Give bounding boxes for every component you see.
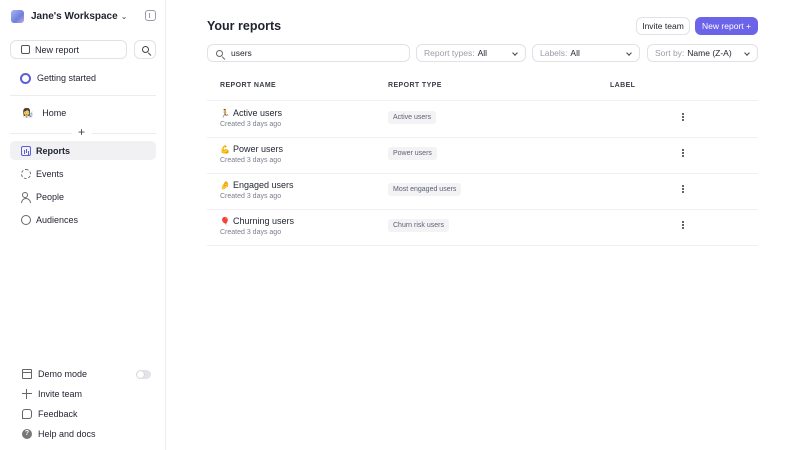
report-created: Created 3 days ago xyxy=(220,157,282,164)
more-options-icon[interactable] xyxy=(681,221,685,231)
chevron-down-icon xyxy=(512,50,518,56)
report-type-badge: Most engaged users xyxy=(388,183,462,196)
sidebar-item-label: Reports xyxy=(36,145,71,156)
column-header-report-name[interactable]: REPORT NAME xyxy=(220,82,276,89)
feedback-item[interactable]: Feedback xyxy=(22,407,78,421)
sidebar-new-report-label: New report xyxy=(35,44,80,55)
demo-mode-label: Demo mode xyxy=(38,369,88,379)
invite-team-item[interactable]: Invite team xyxy=(22,387,82,401)
table-row[interactable]: 🏃 Active users Created 3 days ago Active … xyxy=(207,101,758,137)
search-input[interactable] xyxy=(231,48,391,58)
report-name: 🎈 Churning users xyxy=(220,216,294,226)
filter-key: Labels: xyxy=(540,48,568,58)
workspace-switcher[interactable]: Jane's Workspace ⌄ xyxy=(11,8,127,24)
filter-value: Name (Z-A) xyxy=(687,48,732,58)
sidebar-item-people[interactable]: People xyxy=(10,187,156,206)
help-docs-item[interactable]: ? Help and docs xyxy=(22,427,96,441)
table-row[interactable]: 💪 Power users Created 3 days ago Power us… xyxy=(207,137,758,173)
add-section-row: + xyxy=(10,125,156,139)
progress-ring-icon xyxy=(20,72,31,84)
sidebar-item-reports[interactable]: Reports xyxy=(10,141,156,160)
filter-value: All xyxy=(477,48,488,58)
people-icon xyxy=(21,191,31,203)
report-name: 💪 Power users xyxy=(220,144,283,154)
filter-value: All xyxy=(570,48,580,58)
demo-mode-icon xyxy=(22,369,32,379)
report-emoji-icon: 🏃 xyxy=(220,109,230,118)
sidebar-item-home[interactable]: 👩‍🔬 Home xyxy=(22,106,66,120)
sidebar: Jane's Workspace ⌄ New report Getting st… xyxy=(0,0,166,450)
report-type-badge: Churn risk users xyxy=(388,219,449,232)
sidebar-item-events[interactable]: Events xyxy=(10,164,156,183)
help-icon: ? xyxy=(22,429,32,439)
report-search-field[interactable] xyxy=(207,44,410,62)
divider xyxy=(92,133,156,134)
table-row[interactable]: 🤌 Engaged users Created 3 days ago Most e… xyxy=(207,173,758,209)
report-name-text: Churning users xyxy=(232,216,294,226)
sort-by-dropdown[interactable]: Sort by: Name (Z-A) xyxy=(647,44,758,62)
demo-mode-toggle[interactable] xyxy=(136,370,151,379)
more-options-icon[interactable] xyxy=(681,185,685,195)
report-name: 🏃 Active users xyxy=(220,108,282,118)
collapse-sidebar-icon[interactable] xyxy=(145,10,156,21)
filter-key: Sort by: xyxy=(655,48,685,58)
sidebar-new-report-button[interactable]: New report xyxy=(10,40,127,59)
sidebar-search-button[interactable] xyxy=(134,40,156,59)
search-icon xyxy=(216,49,223,57)
demo-mode-item[interactable]: Demo mode xyxy=(22,367,87,381)
filter-key: Report types: xyxy=(424,48,475,58)
table-row[interactable]: 🎈 Churning users Created 3 days ago Churn… xyxy=(207,209,758,245)
report-emoji-icon: 💪 xyxy=(220,145,230,154)
invite-team-label: Invite team xyxy=(38,389,83,399)
page-title: Your reports xyxy=(207,19,282,33)
report-type-badge: Active users xyxy=(388,111,437,124)
sidebar-item-label: People xyxy=(36,191,65,202)
report-created: Created 3 days ago xyxy=(220,193,282,200)
report-name-text: Power users xyxy=(232,144,283,154)
report-created: Created 3 days ago xyxy=(220,229,282,236)
reports-icon xyxy=(21,145,31,156)
audiences-icon xyxy=(21,214,31,225)
divider xyxy=(10,133,72,134)
report-emoji-icon: 🎈 xyxy=(220,217,230,226)
add-icon[interactable]: + xyxy=(78,125,85,139)
report-emoji-icon: 🤌 xyxy=(220,181,230,190)
workspace-avatar xyxy=(11,9,24,23)
report-name-text: Active users xyxy=(232,108,282,118)
new-report-button[interactable]: New report + xyxy=(695,17,758,35)
labels-filter[interactable]: Labels: All xyxy=(532,44,640,62)
home-emoji-icon: 👩‍🔬 xyxy=(22,107,34,118)
getting-started-link[interactable]: Getting started xyxy=(20,70,96,86)
edit-icon xyxy=(21,45,30,54)
feedback-icon xyxy=(22,409,32,419)
chevron-down-icon xyxy=(744,50,750,56)
divider xyxy=(207,245,758,246)
more-options-icon[interactable] xyxy=(681,149,685,159)
column-header-label[interactable]: LABEL xyxy=(610,82,635,89)
search-icon xyxy=(141,46,149,53)
invite-team-button[interactable]: Invite team xyxy=(636,17,690,35)
help-docs-label: Help and docs xyxy=(38,429,96,439)
more-options-icon[interactable] xyxy=(681,113,685,123)
chevron-down-icon: ⌄ xyxy=(120,11,128,21)
report-type-badge: Power users xyxy=(388,147,437,160)
report-name: 🤌 Engaged users xyxy=(220,180,294,190)
report-types-filter[interactable]: Report types: All xyxy=(416,44,526,62)
column-header-report-type[interactable]: REPORT TYPE xyxy=(388,82,442,89)
plus-icon xyxy=(22,389,32,399)
workspace-name: Jane's Workspace xyxy=(31,10,118,22)
sidebar-item-audiences[interactable]: Audiences xyxy=(10,210,156,229)
report-created: Created 3 days ago xyxy=(220,121,282,128)
report-name-text: Engaged users xyxy=(232,180,294,190)
sidebar-item-label: Audiences xyxy=(36,214,79,225)
feedback-label: Feedback xyxy=(38,409,78,419)
events-icon xyxy=(21,168,31,179)
getting-started-label: Getting started xyxy=(37,73,97,83)
chevron-down-icon xyxy=(626,50,632,56)
sidebar-item-label: Events xyxy=(36,168,64,179)
sidebar-item-label: Home xyxy=(42,108,67,118)
divider xyxy=(10,95,156,96)
